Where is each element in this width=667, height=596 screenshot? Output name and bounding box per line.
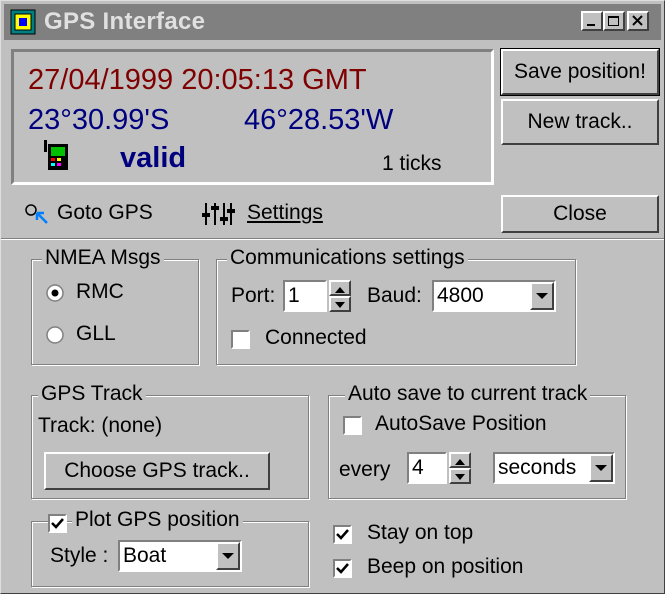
plot-group: Plot GPS position Style : Boat xyxy=(31,508,309,587)
app-icon xyxy=(10,9,36,35)
datetime-readout: 27/04/1999 20:05:13 GMT xyxy=(28,64,367,96)
interval-spin-up[interactable] xyxy=(449,452,471,468)
choose-gps-track-button[interactable]: Choose GPS track.. xyxy=(44,452,270,490)
baud-dropdown-button[interactable] xyxy=(530,282,554,310)
nmea-group: NMEA Msgs RMC GLL xyxy=(31,246,199,365)
interval-field[interactable]: 4 xyxy=(407,452,447,484)
radio-rmc[interactable] xyxy=(46,284,64,302)
radio-rmc-label[interactable]: RMC xyxy=(76,280,124,304)
window-title: GPS Interface xyxy=(44,8,206,35)
baud-label: Baud: xyxy=(367,284,422,307)
gps-track-group-label: GPS Track xyxy=(38,382,146,406)
connected-label[interactable]: Connected xyxy=(265,326,367,350)
gps-interface-window: GPS Interface 27/04/1999 20:05:13 GMT 23… xyxy=(0,0,665,594)
arrow-down-icon xyxy=(455,474,465,480)
style-dropdown-button[interactable] xyxy=(216,542,240,570)
fix-status: valid xyxy=(120,142,187,174)
goto-gps-label: Goto GPS xyxy=(57,201,153,224)
settings-sliders-icon xyxy=(202,203,235,225)
settings-label: Settings xyxy=(247,201,323,224)
interval-spin-down[interactable] xyxy=(449,468,471,484)
beep-checkbox[interactable] xyxy=(333,559,352,578)
connected-checkbox[interactable] xyxy=(231,330,250,349)
autosave-group: Auto save to current track AutoSave Posi… xyxy=(328,382,626,499)
baud-value: 4800 xyxy=(437,284,484,307)
save-position-label: Save position! xyxy=(514,60,646,83)
title-bar[interactable]: GPS Interface xyxy=(4,4,661,40)
radio-gll-label[interactable]: GLL xyxy=(76,322,116,346)
stay-on-top-checkbox[interactable] xyxy=(333,525,352,544)
every-label: every xyxy=(339,458,391,481)
save-position-button[interactable]: Save position! xyxy=(500,48,660,96)
arrow-up-icon xyxy=(335,287,345,293)
checkmark-icon xyxy=(336,563,349,574)
style-select[interactable]: Boat xyxy=(118,540,242,572)
gps-track-group: GPS Track Track: (none) Choose GPS track… xyxy=(31,382,309,499)
chevron-down-icon xyxy=(595,465,607,471)
checkmark-icon xyxy=(336,529,349,540)
close-icon xyxy=(632,15,643,26)
plot-gps-label[interactable]: Plot GPS position xyxy=(72,508,243,532)
port-label: Port: xyxy=(231,284,276,307)
current-track-text: Track: (none) xyxy=(38,414,163,437)
interval-unit-value: seconds xyxy=(498,456,577,479)
minimize-button[interactable] xyxy=(581,11,603,31)
new-track-label: New track.. xyxy=(527,110,633,133)
divider xyxy=(1,238,664,240)
close-label: Close xyxy=(553,202,607,225)
baud-select[interactable]: 4800 xyxy=(432,280,556,312)
plot-gps-checkbox[interactable] xyxy=(48,514,67,533)
close-window-button[interactable] xyxy=(627,11,649,31)
port-value: 1 xyxy=(288,284,300,307)
maximize-button[interactable] xyxy=(603,11,625,31)
minimize-icon xyxy=(587,24,595,26)
interval-value: 4 xyxy=(412,456,424,479)
interval-unit-select[interactable]: seconds xyxy=(493,452,615,484)
goto-gps-icon xyxy=(25,204,48,224)
longitude-readout: 46°28.53'W xyxy=(244,104,394,136)
maximize-icon xyxy=(608,16,619,26)
chevron-down-icon xyxy=(222,553,234,559)
interval-spinner[interactable] xyxy=(449,452,471,484)
arrow-up-icon xyxy=(455,459,465,465)
style-label: Style : xyxy=(50,544,109,567)
style-value: Boat xyxy=(123,544,167,567)
gps-device-icon xyxy=(44,140,68,170)
latitude-readout: 23°30.99'S xyxy=(28,104,170,136)
checkmark-icon xyxy=(51,518,64,529)
port-spin-up[interactable] xyxy=(329,280,351,296)
communications-group-label: Communications settings xyxy=(227,246,468,270)
communications-group: Communications settings Port: 1 Baud: 48… xyxy=(216,246,576,365)
nmea-group-label: NMEA Msgs xyxy=(42,246,164,270)
port-spinner[interactable] xyxy=(329,280,351,312)
autosave-group-label: Auto save to current track xyxy=(345,382,591,406)
tick-counter: 1 ticks xyxy=(382,152,442,175)
beep-label[interactable]: Beep on position xyxy=(367,555,523,579)
close-button[interactable]: Close xyxy=(501,195,659,233)
new-track-button[interactable]: New track.. xyxy=(501,99,659,145)
status-panel: 27/04/1999 20:05:13 GMT 23°30.99'S 46°28… xyxy=(11,49,494,185)
port-spin-down[interactable] xyxy=(329,296,351,312)
chevron-down-icon xyxy=(536,293,548,299)
interval-unit-dropdown-button[interactable] xyxy=(589,454,613,482)
choose-gps-track-label: Choose GPS track.. xyxy=(64,459,250,482)
radio-gll[interactable] xyxy=(46,326,64,344)
autosave-checkbox[interactable] xyxy=(343,416,362,435)
stay-on-top-label[interactable]: Stay on top xyxy=(367,521,473,545)
autosave-label[interactable]: AutoSave Position xyxy=(375,412,547,436)
port-field[interactable]: 1 xyxy=(283,280,327,312)
arrow-down-icon xyxy=(335,302,345,308)
